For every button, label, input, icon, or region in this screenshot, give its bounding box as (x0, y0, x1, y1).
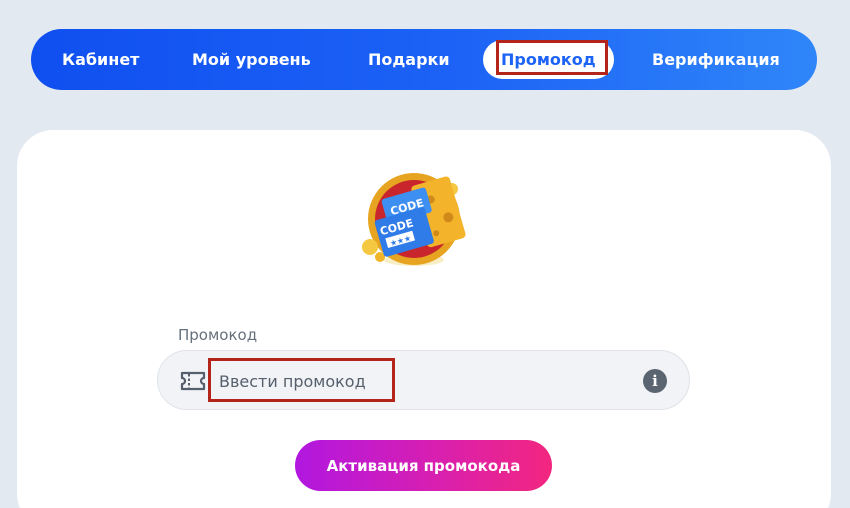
promo-code-badge-icon: CODE CODE ★★★ (362, 173, 466, 266)
nav-tab-my-level[interactable]: Мой уровень (192, 29, 311, 90)
promocode-field: i (157, 350, 690, 410)
nav-tab-cabinet[interactable]: Кабинет (62, 29, 139, 90)
top-navigation: Кабинет Мой уровень Подарки Промокод Вер… (31, 29, 817, 90)
nav-tab-promocode[interactable]: Промокод (483, 40, 614, 79)
ticket-icon (180, 371, 206, 391)
nav-tab-gifts[interactable]: Подарки (368, 29, 450, 90)
promocode-field-label: Промокод (178, 326, 258, 344)
activate-promocode-button[interactable]: Активация промокода (295, 440, 552, 491)
nav-tab-verification[interactable]: Верификация (652, 29, 780, 90)
promocode-input[interactable] (219, 364, 639, 398)
info-icon[interactable]: i (643, 369, 667, 393)
